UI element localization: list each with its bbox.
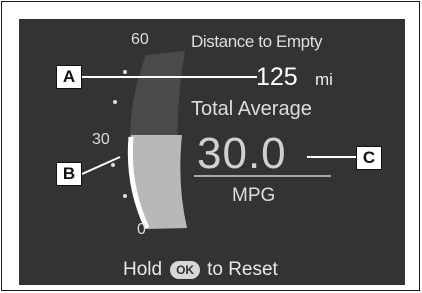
figure-frame: 60 30 0 Distance to Empty 125 mi Total A… (1, 1, 420, 291)
leader-line-b (81, 156, 121, 175)
callout-label-b: B (56, 162, 82, 186)
callout-label-a: A (56, 65, 82, 89)
callout-label-c: C (356, 146, 382, 170)
